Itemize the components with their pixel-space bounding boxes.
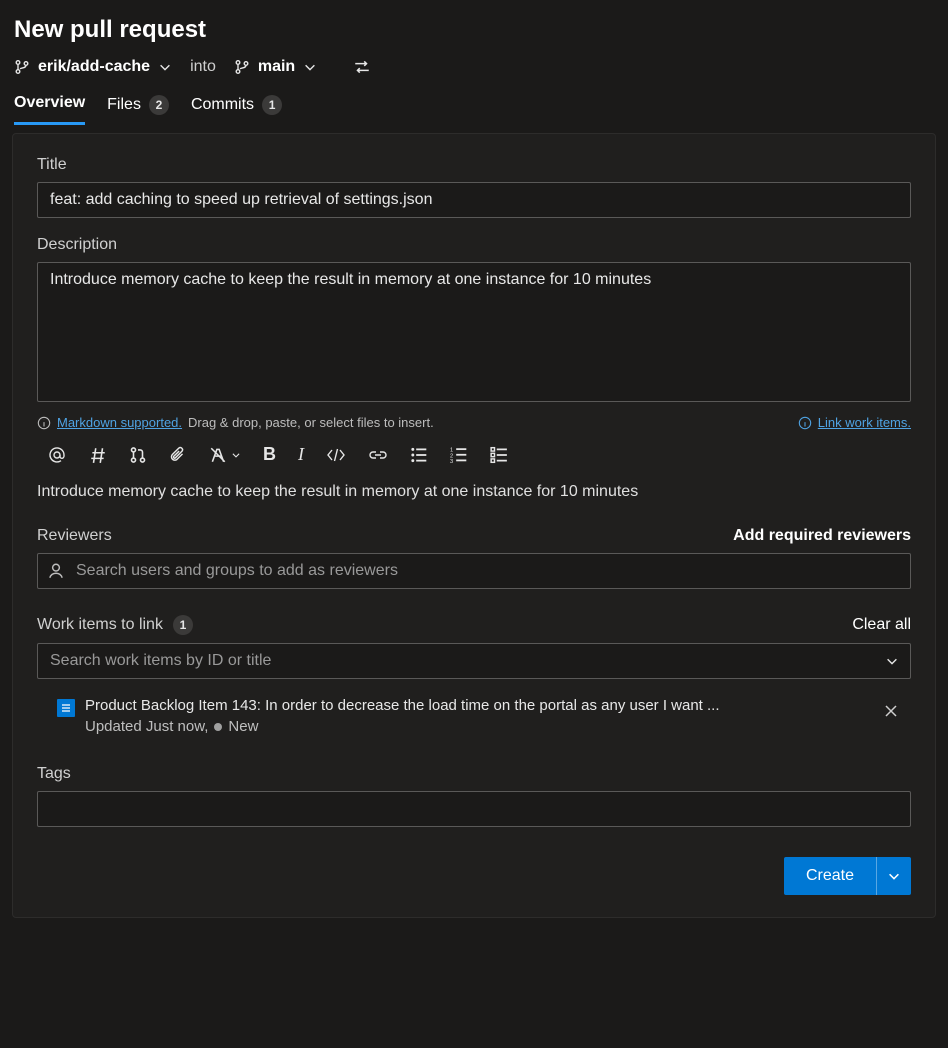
mention-icon[interactable] bbox=[47, 445, 67, 465]
source-branch-selector[interactable]: erik/add-cache bbox=[14, 58, 172, 76]
branch-icon bbox=[14, 59, 30, 75]
work-item-title[interactable]: Product Backlog Item 143: In order to de… bbox=[85, 697, 867, 714]
reviewers-input[interactable] bbox=[37, 553, 911, 589]
create-dropdown-button[interactable] bbox=[876, 857, 911, 895]
numbered-list-icon[interactable]: 123 bbox=[450, 446, 468, 464]
work-item-row: Product Backlog Item 143: In order to de… bbox=[37, 693, 911, 739]
tab-label: Commits bbox=[191, 96, 254, 114]
clear-all-link[interactable]: Clear all bbox=[852, 616, 911, 634]
link-work-items-link[interactable]: Link work items. bbox=[818, 415, 911, 430]
state-dot-icon bbox=[214, 723, 222, 731]
tab-commits[interactable]: Commits 1 bbox=[191, 94, 282, 125]
markdown-supported-link[interactable]: Markdown supported. bbox=[57, 415, 182, 430]
description-label: Description bbox=[37, 236, 911, 254]
tab-label: Files bbox=[107, 96, 141, 114]
bullet-list-icon[interactable] bbox=[410, 446, 428, 464]
create-split-button: Create bbox=[784, 857, 911, 895]
tab-count-badge: 1 bbox=[262, 95, 282, 115]
hash-icon[interactable] bbox=[89, 446, 107, 464]
tabs: Overview Files 2 Commits 1 bbox=[14, 94, 936, 125]
italic-icon[interactable]: I bbox=[298, 444, 304, 465]
target-branch-selector[interactable]: main bbox=[234, 58, 317, 76]
branch-row: erik/add-cache into main bbox=[14, 58, 936, 76]
description-hint-row: Markdown supported. Drag & drop, paste, … bbox=[37, 415, 911, 430]
person-icon bbox=[47, 562, 65, 580]
chevron-down-icon bbox=[303, 60, 317, 74]
info-icon bbox=[798, 416, 812, 430]
upload-hint: Drag & drop, paste, or select files to i… bbox=[188, 415, 434, 430]
tags-input[interactable] bbox=[37, 791, 911, 827]
swap-branches-icon[interactable] bbox=[353, 58, 371, 76]
attachment-icon[interactable] bbox=[169, 446, 187, 464]
description-input[interactable] bbox=[37, 262, 911, 402]
source-branch-name: erik/add-cache bbox=[38, 58, 150, 76]
bold-icon[interactable]: B bbox=[263, 444, 276, 465]
pull-request-icon[interactable] bbox=[129, 446, 147, 464]
chevron-down-icon bbox=[158, 60, 172, 74]
work-items-label: Work items to link bbox=[37, 616, 163, 634]
chevron-down-icon bbox=[887, 869, 901, 883]
tab-files[interactable]: Files 2 bbox=[107, 94, 169, 125]
work-items-input[interactable] bbox=[37, 643, 911, 679]
add-required-reviewers-link[interactable]: Add required reviewers bbox=[733, 527, 911, 545]
work-item-state: New bbox=[228, 718, 258, 735]
page-title: New pull request bbox=[14, 16, 936, 44]
svg-text:3: 3 bbox=[450, 458, 453, 463]
into-label: into bbox=[190, 58, 216, 76]
tab-overview[interactable]: Overview bbox=[14, 94, 85, 125]
create-button[interactable]: Create bbox=[784, 857, 876, 895]
work-item-type-icon bbox=[57, 699, 75, 717]
title-label: Title bbox=[37, 156, 911, 174]
tab-count-badge: 2 bbox=[149, 95, 169, 115]
work-items-count-badge: 1 bbox=[173, 615, 193, 635]
form-panel: Title Description Markdown supported. Dr… bbox=[12, 133, 936, 918]
editor-toolbar: B I 123 bbox=[37, 440, 911, 469]
tags-label: Tags bbox=[37, 765, 911, 783]
reviewers-label: Reviewers bbox=[37, 527, 112, 545]
title-input[interactable] bbox=[37, 182, 911, 218]
description-preview: Introduce memory cache to keep the resul… bbox=[37, 483, 911, 501]
info-icon bbox=[37, 416, 51, 430]
branch-icon bbox=[234, 59, 250, 75]
target-branch-name: main bbox=[258, 58, 295, 76]
tab-label: Overview bbox=[14, 94, 85, 112]
clear-format-icon[interactable] bbox=[209, 446, 241, 464]
link-icon[interactable] bbox=[368, 446, 388, 464]
checklist-icon[interactable] bbox=[490, 446, 508, 464]
remove-work-item-button[interactable] bbox=[877, 697, 905, 725]
code-icon[interactable] bbox=[326, 446, 346, 464]
work-item-updated: Updated Just now, bbox=[85, 718, 208, 735]
